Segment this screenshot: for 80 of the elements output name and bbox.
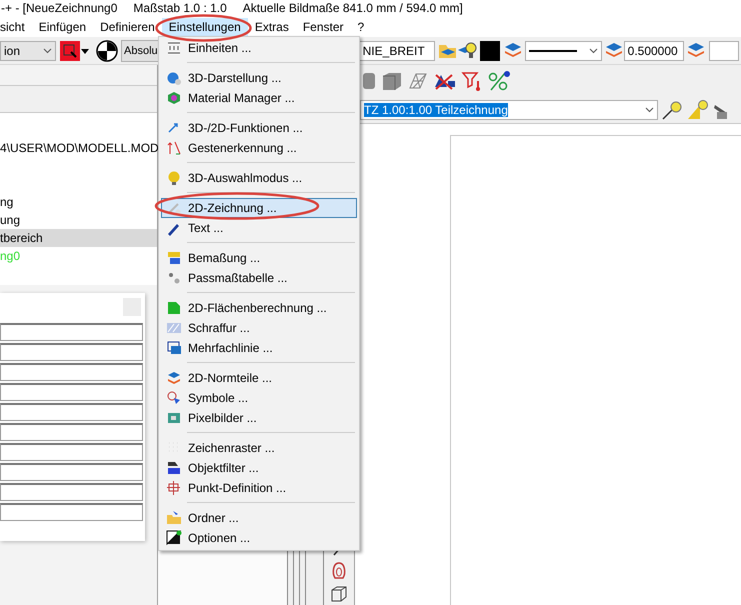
line-icon <box>528 48 577 52</box>
menu-entry[interactable]: 2D-Flächenberechnung ... <box>161 298 357 318</box>
cursor-icon <box>63 44 77 58</box>
menu-entry[interactable]: Zeichenraster ... <box>161 438 357 458</box>
menu-entry[interactable]: 2D-Normteile ... <box>161 368 357 388</box>
menu-entry[interactable]: Einheiten ... <box>161 38 357 58</box>
menu-entry[interactable]: Material Manager ... <box>161 88 357 108</box>
ruler-icon <box>166 40 182 56</box>
image-size-label: Aktuelle Bildmaße 841.0 mm / 594.0 mm] <box>242 1 463 15</box>
tree-item[interactable]: 4\USER\MOD\MODELL.MOD <box>0 139 157 157</box>
input-field[interactable] <box>0 343 143 361</box>
dimension-icon <box>166 250 182 266</box>
menu-item[interactable]: sicht <box>0 18 32 36</box>
chevron-down-icon <box>645 107 654 113</box>
cube-icon <box>166 90 182 106</box>
mode-dropdown[interactable]: ion <box>0 40 56 60</box>
image-icon <box>166 410 182 426</box>
sphere-icon <box>166 70 182 86</box>
target-icon[interactable] <box>96 40 118 62</box>
multiline-icon <box>166 340 182 356</box>
menu-entry[interactable]: Pixelbilder ... <box>161 408 357 428</box>
menu-item[interactable]: Definieren <box>93 18 162 36</box>
set-square-icon[interactable] <box>686 99 710 121</box>
folder-icon <box>166 510 182 526</box>
menu-entry[interactable]: Text ... <box>161 218 357 238</box>
menu-entry[interactable]: Mehrfachlinie ... <box>161 338 357 358</box>
input-field[interactable] <box>0 403 143 421</box>
input-field[interactable] <box>0 423 143 441</box>
scale-label: Maßstab 1.0 : 1.0 <box>133 1 227 15</box>
input-field[interactable] <box>0 383 143 401</box>
input-field[interactable] <box>708 40 739 60</box>
menu-item[interactable]: Einstellungen <box>162 18 248 36</box>
cylinder-icon[interactable] <box>361 71 377 91</box>
menu-entry[interactable]: Punkt-Definition ... <box>161 478 357 498</box>
menu-entry[interactable]: Schraffur ... <box>161 318 357 338</box>
input-field[interactable] <box>0 483 143 501</box>
chevron-down-icon <box>588 48 598 54</box>
layer-field[interactable]: NIE_BREIT <box>358 40 435 60</box>
area-icon <box>166 300 182 316</box>
options-icon <box>166 530 182 546</box>
hatch-icon <box>166 320 182 336</box>
line-width-field[interactable]: 0.500000 <box>624 40 684 60</box>
menu-entry[interactable]: 3D-/2D-Funktionen ... <box>161 118 357 138</box>
menu-item[interactable]: Extras <box>248 18 296 36</box>
cube-icon[interactable] <box>330 585 348 603</box>
drawing-dropdown[interactable]: TZ 1.00:1.00 Teilzeichnung <box>360 100 658 120</box>
menu-entry[interactable]: 2D-Zeichnung ... <box>161 198 357 218</box>
chevron-down-icon <box>43 48 52 54</box>
caret-icon[interactable] <box>80 46 90 54</box>
menu-entry[interactable]: 3D-Auswahlmodus ... <box>161 168 357 188</box>
absolute-button[interactable]: Absolu <box>121 40 161 62</box>
color-swatch[interactable] <box>60 40 80 60</box>
menu-entry[interactable]: Symbole ... <box>161 388 357 408</box>
input-field[interactable] <box>0 443 143 461</box>
input-field[interactable] <box>0 503 143 521</box>
input-field[interactable] <box>0 323 143 341</box>
cube-icon[interactable] <box>381 71 403 91</box>
menu-item[interactable]: Einfügen <box>32 18 94 36</box>
symbol-icon <box>166 390 182 406</box>
menu-entry[interactable]: Optionen ... <box>161 528 357 548</box>
color-box[interactable] <box>480 40 500 60</box>
percent-icon[interactable] <box>487 70 511 92</box>
menu-item[interactable]: Fenster <box>296 18 351 36</box>
input-field[interactable] <box>0 463 143 481</box>
line-type-dropdown[interactable] <box>524 40 602 60</box>
input-field[interactable] <box>0 363 143 381</box>
loop-icon[interactable] <box>330 561 348 581</box>
gesture-icon <box>166 140 182 156</box>
menu-entry[interactable]: Ordner ... <box>161 508 357 528</box>
menu-entry[interactable]: Gestenerkennung ... <box>161 138 357 158</box>
menu-entry[interactable]: Passmaßtabelle ... <box>161 268 357 288</box>
window-title: -+ - [NeueZeichnung0 <box>1 1 118 15</box>
tree-item[interactable]: tbereich <box>0 229 157 247</box>
menu-entry[interactable]: 3D-Darstellung ... <box>161 68 357 88</box>
menu-item[interactable]: ? <box>350 18 372 36</box>
crosshair-icon <box>166 480 182 496</box>
tree-item[interactable]: ung <box>0 211 157 229</box>
tree-item[interactable]: ng <box>0 193 157 211</box>
menu-entry[interactable]: Bemaßung ... <box>161 248 357 268</box>
menu-entry[interactable]: Objektfilter ... <box>161 458 357 478</box>
